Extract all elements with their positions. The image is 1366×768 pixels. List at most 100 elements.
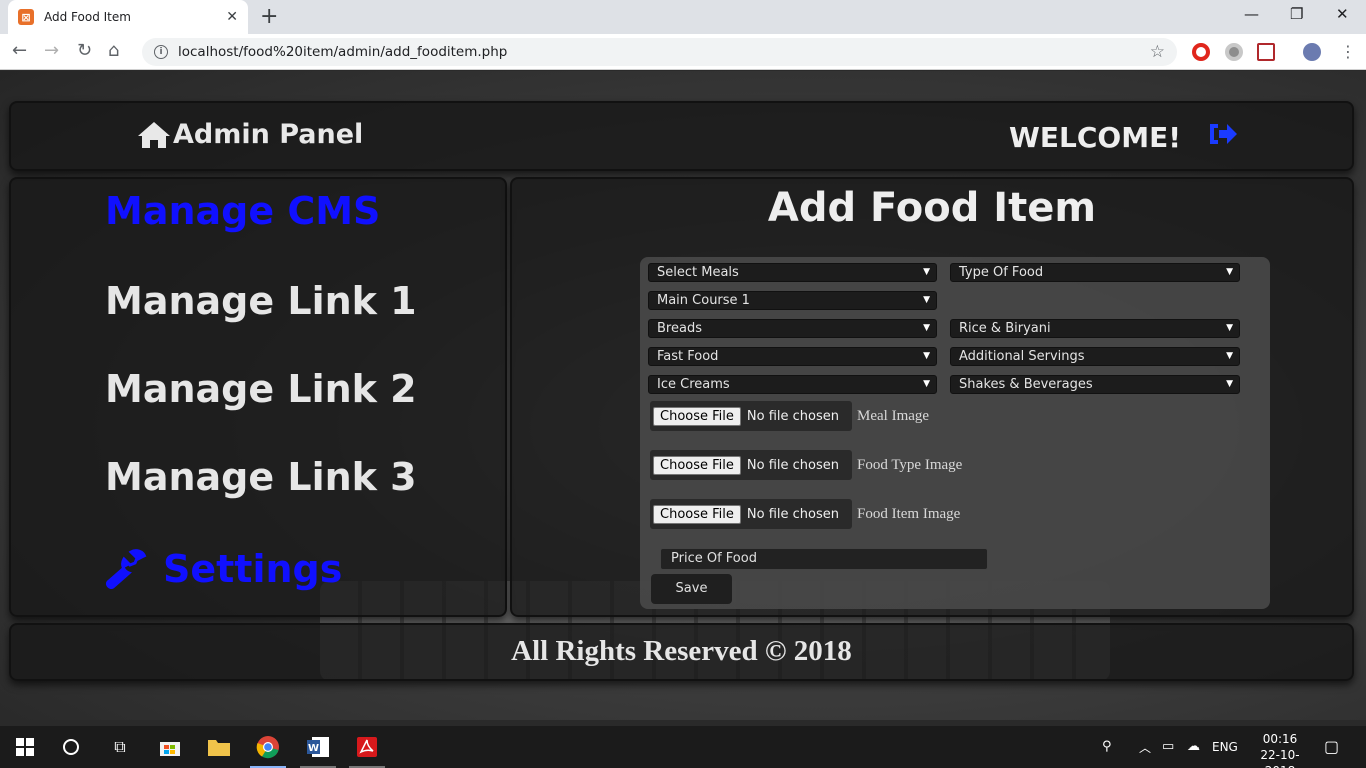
home-icon[interactable] <box>137 121 171 149</box>
file-status: No file chosen <box>746 506 839 522</box>
breads-dropdown[interactable]: Breads ▼ <box>648 319 937 338</box>
choose-file-button[interactable]: Choose File <box>653 504 741 524</box>
new-tab-button[interactable]: + <box>260 4 278 29</box>
system-clock[interactable]: 00:16 22-10-2018 <box>1250 731 1310 768</box>
select-value: Type Of Food <box>959 265 1044 280</box>
file-explorer-icon[interactable] <box>206 734 232 760</box>
restore-button[interactable]: ❐ <box>1290 5 1303 23</box>
language-indicator[interactable]: ENG <box>1212 740 1238 754</box>
sidebar: Manage CMS Manage Link 1 Manage Link 2 M… <box>9 177 507 617</box>
sidebar-item-manage-link-1[interactable]: Manage Link 1 <box>105 279 417 323</box>
sidebar-item-manage-link-3[interactable]: Manage Link 3 <box>105 455 417 499</box>
bookmark-star-icon[interactable]: ☆ <box>1150 42 1165 62</box>
welcome-text: WELCOME! <box>1009 121 1181 154</box>
choose-file-button[interactable]: Choose File <box>653 406 741 426</box>
file-input[interactable]: Choose File No file chosen <box>650 499 852 529</box>
file-label: Food Type Image <box>857 456 963 473</box>
dropdown-arrow-icon: ▼ <box>923 267 930 277</box>
battery-icon[interactable]: ▭ <box>1162 739 1174 754</box>
select-value: Main Course 1 <box>657 293 750 308</box>
rice-biryani-dropdown[interactable]: Rice & Biryani ▼ <box>950 319 1240 338</box>
windows-taskbar: ⧉ W ⚲ ︿ ▭ ☁ ENG 00:16 22-10-2018 ▢ <box>0 726 1366 768</box>
dropdown-arrow-icon: ▼ <box>923 351 930 361</box>
windows-start-icon[interactable] <box>12 734 38 760</box>
people-icon[interactable]: ⚲ <box>1102 739 1112 754</box>
price-of-food-field[interactable]: Price Of Food <box>660 548 988 570</box>
ice-creams-dropdown[interactable]: Ice Creams ▼ <box>648 375 937 394</box>
close-tab-icon[interactable]: ✕ <box>226 9 238 25</box>
clock-time: 00:16 <box>1262 732 1298 746</box>
dropdown-arrow-icon: ▼ <box>923 379 930 389</box>
select-value: Select Meals <box>657 265 739 280</box>
file-input[interactable]: Choose File No file chosen <box>650 450 852 480</box>
additional-servings-dropdown[interactable]: Additional Servings ▼ <box>950 347 1240 366</box>
action-center-icon[interactable]: ▢ <box>1324 737 1339 756</box>
tab-title: Add Food Item <box>44 10 131 24</box>
logout-icon[interactable] <box>1208 121 1238 147</box>
onedrive-cloud-icon[interactable]: ☁ <box>1187 739 1200 754</box>
sidebar-item-manage-link-2[interactable]: Manage Link 2 <box>105 367 417 411</box>
add-food-form: Select Meals ▼ Type Of Food ▼ Main Course … <box>640 257 1270 609</box>
browser-toolbar: ← → ↻ ⌂ i localhost/food%20item/admin/ad… <box>0 34 1366 70</box>
select-value: Additional Servings <box>959 349 1085 364</box>
opera-extension-icon[interactable] <box>1192 43 1210 61</box>
footer-copyright: All Rights Reserved © 2018 <box>511 635 852 667</box>
food-item-image-upload: Choose File No file chosen Food Item Ima… <box>650 499 960 529</box>
site-info-icon[interactable]: i <box>154 45 168 59</box>
extension-circle-icon[interactable] <box>1225 43 1243 61</box>
wrench-icon <box>106 549 147 589</box>
file-status: No file chosen <box>746 408 839 424</box>
show-hidden-icons-chevron-icon[interactable]: ︿ <box>1139 739 1151 756</box>
home-browser-icon[interactable]: ⌂ <box>108 40 119 61</box>
sidebar-item-settings[interactable]: Settings <box>105 547 342 591</box>
file-label: Food Item Image <box>857 505 961 522</box>
profile-avatar[interactable] <box>1303 43 1321 61</box>
word-icon[interactable]: W <box>305 734 331 760</box>
cortana-search-icon[interactable] <box>58 734 84 760</box>
dropdown-arrow-icon: ▼ <box>923 295 930 305</box>
fast-food-dropdown[interactable]: Fast Food ▼ <box>648 347 937 366</box>
shakes-beverages-dropdown[interactable]: Shakes & Beverages ▼ <box>950 375 1240 394</box>
chrome-icon[interactable] <box>255 734 281 760</box>
footer: All Rights Reserved © 2018 <box>9 623 1354 681</box>
main-course-dropdown[interactable]: Main Course 1 ▼ <box>648 291 937 310</box>
xampp-favicon-icon: ⊠ <box>18 9 34 25</box>
browser-tabstrip: ⊠ Add Food Item ✕ + — ❐ ✕ <box>0 0 1366 34</box>
select-value: Rice & Biryani <box>959 321 1051 336</box>
back-icon[interactable]: ← <box>12 40 27 61</box>
food-type-image-upload: Choose File No file chosen Food Type Ima… <box>650 450 962 480</box>
minimize-button[interactable]: — <box>1244 5 1259 23</box>
menu-kebab-icon[interactable]: ⋮ <box>1340 42 1356 61</box>
close-window-button[interactable]: ✕ <box>1336 5 1349 23</box>
type-of-food-dropdown[interactable]: Type Of Food ▼ <box>950 263 1240 282</box>
file-input[interactable]: Choose File No file chosen <box>650 401 852 431</box>
dropdown-arrow-icon: ▼ <box>1226 323 1233 333</box>
select-meals-dropdown[interactable]: Select Meals ▼ <box>648 263 937 282</box>
admin-header: Admin Panel WELCOME! <box>9 101 1354 171</box>
clock-date: 22-10-2018 <box>1260 748 1300 768</box>
meal-image-upload: Choose File No file chosen Meal Image <box>650 401 929 431</box>
svg-text:W: W <box>308 743 319 754</box>
save-button[interactable]: Save <box>651 574 732 604</box>
reload-icon[interactable]: ↻ <box>77 40 92 61</box>
file-label: Meal Image <box>857 407 930 424</box>
main-content-panel: Add Food Item Select Meals ▼ Type Of Food… <box>510 177 1354 617</box>
acrobat-icon[interactable] <box>354 734 380 760</box>
dropdown-arrow-icon: ▼ <box>923 323 930 333</box>
dropdown-arrow-icon: ▼ <box>1226 379 1233 389</box>
task-view-icon[interactable]: ⧉ <box>107 734 133 760</box>
select-value: Fast Food <box>657 349 719 364</box>
choose-file-button[interactable]: Choose File <box>653 455 741 475</box>
select-value: Ice Creams <box>657 377 730 392</box>
address-bar[interactable]: i localhost/food%20item/admin/add_foodit… <box>142 38 1177 66</box>
browser-tab[interactable]: ⊠ Add Food Item ✕ <box>8 0 248 34</box>
dropdown-arrow-icon: ▼ <box>1226 267 1233 277</box>
page-title: Add Food Item <box>767 185 1097 231</box>
store-icon[interactable] <box>157 734 183 760</box>
pocket-extension-icon[interactable] <box>1257 43 1275 61</box>
forward-icon[interactable]: → <box>44 40 59 61</box>
sidebar-item-manage-cms[interactable]: Manage CMS <box>105 189 380 233</box>
url-text[interactable]: localhost/food%20item/admin/add_fooditem… <box>178 44 1150 60</box>
page-background: Admin Panel WELCOME! Manage CMS Manage L… <box>0 71 1366 720</box>
select-value: Breads <box>657 321 702 336</box>
